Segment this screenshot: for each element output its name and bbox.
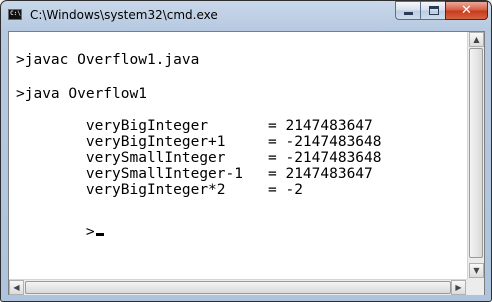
console-prompt-line[interactable]: > [16,208,104,256]
vertical-scroll-thumb[interactable] [469,48,483,258]
horizontal-scroll-thumb[interactable] [25,281,451,294]
maximize-icon [429,6,439,15]
output-label: veryBigInteger*2 [85,182,226,198]
console-line-command1: >javac Overflow1.java [16,52,200,68]
arrow-up-icon: ▲ [473,35,480,44]
cmd-app-icon[interactable]: C:\ [8,9,22,20]
arrow-down-icon: ▼ [473,266,480,275]
arrow-left-icon: ◀ [13,283,20,292]
vertical-scrollbar[interactable]: ▲ ▼ [467,32,484,279]
output-row: veryBigInteger*2 = -2 [16,166,456,214]
close-button[interactable]: ✕ [445,1,488,20]
minimize-icon [404,12,413,15]
cmd-window: C:\ C:\Windows\system32\cmd.exe ✕ >javac… [0,0,492,302]
scrollbar-corner [467,279,484,295]
scroll-down-button[interactable]: ▼ [469,263,484,278]
output-value: = -2 [268,182,303,198]
window-title: C:\Windows\system32\cmd.exe [30,8,218,22]
console-line-command2: >java Overflow1 [16,86,147,102]
console-client-area: >javac Overflow1.java >java Overflow1 ve… [8,31,485,295]
scroll-left-button[interactable]: ◀ [9,280,24,295]
close-icon: ✕ [461,3,472,18]
minimize-button[interactable] [395,1,421,20]
scroll-right-button[interactable]: ▶ [451,280,466,295]
maximize-button[interactable] [420,1,446,20]
horizontal-scrollbar[interactable]: ◀ ▶ [9,279,467,295]
scroll-up-button[interactable]: ▲ [469,32,484,47]
title-bar[interactable]: C:\ C:\Windows\system32\cmd.exe ✕ [1,1,491,31]
console-output[interactable]: >javac Overflow1.java >java Overflow1 ve… [9,32,467,279]
arrow-right-icon: ▶ [455,283,462,292]
prompt-symbol: > [85,224,95,240]
text-cursor [95,233,104,236]
